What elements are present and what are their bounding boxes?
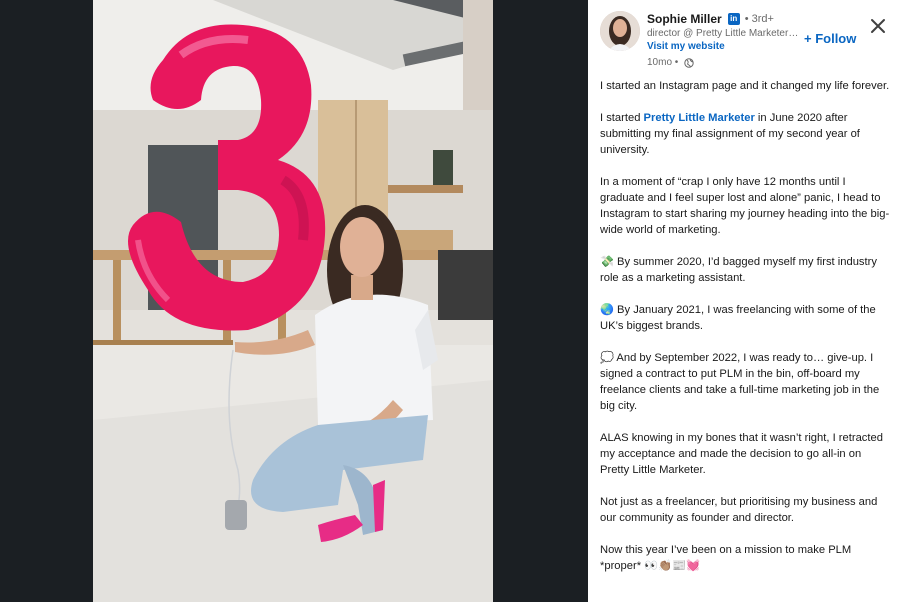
post-paragraph: Not just as a freelancer, but prioritisi…: [600, 496, 878, 524]
author-headline: director @ Pretty Little Marketer | Help…: [647, 28, 799, 39]
avatar-image: [600, 11, 640, 51]
follow-button[interactable]: + Follow: [804, 31, 856, 46]
post-viewer: Sophie Miller in • 3rd+ director @ Prett…: [0, 0, 904, 602]
linkedin-premium-icon: in: [727, 13, 740, 25]
avatar[interactable]: [600, 11, 640, 51]
post-paragraph: I started Pretty Little Marketer in June…: [600, 110, 892, 158]
author-line: Sophie Miller in • 3rd+: [647, 12, 774, 26]
globe-icon: [684, 57, 694, 68]
visit-website-link[interactable]: Visit my website: [647, 41, 725, 52]
text-segment: I started: [600, 112, 644, 124]
post-paragraph: Now this year I’ve been on a mission to …: [600, 544, 852, 572]
post-paragraph: 💭 And by September 2022, I was ready to……: [600, 352, 880, 412]
post-meta: 10mo •: [647, 57, 694, 68]
post-paragraph: I started an Instagram page and it chang…: [600, 80, 890, 92]
company-mention-link[interactable]: Pretty Little Marketer: [644, 112, 755, 124]
connection-degree: • 3rd+: [744, 13, 774, 25]
post-paragraph: 🌏 By January 2021, I was freelancing wit…: [600, 304, 876, 332]
post-sidebar: Sophie Miller in • 3rd+ director @ Prett…: [588, 0, 904, 602]
media-pane: [0, 0, 588, 602]
post-paragraph: In a moment of “crap I only have 12 mont…: [600, 176, 890, 236]
post-header: Sophie Miller in • 3rd+ director @ Prett…: [588, 0, 904, 75]
post-photo[interactable]: [93, 0, 493, 602]
post-body: I started an Instagram page and it chang…: [600, 78, 892, 574]
close-icon[interactable]: [869, 17, 887, 35]
photo-illustration: [93, 0, 493, 602]
post-paragraph: 💸 By summer 2020, I’d bagged myself my f…: [600, 256, 877, 284]
post-age: 10mo •: [647, 57, 679, 68]
author-name[interactable]: Sophie Miller: [647, 12, 722, 26]
post-paragraph: ALAS knowing in my bones that it wasn’t …: [600, 432, 883, 476]
